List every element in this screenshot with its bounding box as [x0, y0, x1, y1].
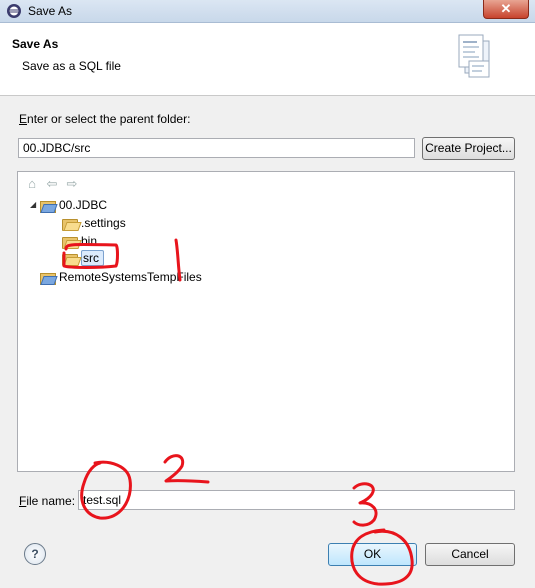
annotation-ok-circle: [350, 528, 414, 586]
annotation-number-3: [352, 482, 378, 527]
annotation-overlay: [62, 238, 414, 586]
annotation-filename-circle: [80, 460, 132, 520]
annotation-number-2: [163, 454, 210, 484]
annotation-number-1: [174, 238, 182, 282]
annotation-src-box: [62, 243, 119, 269]
